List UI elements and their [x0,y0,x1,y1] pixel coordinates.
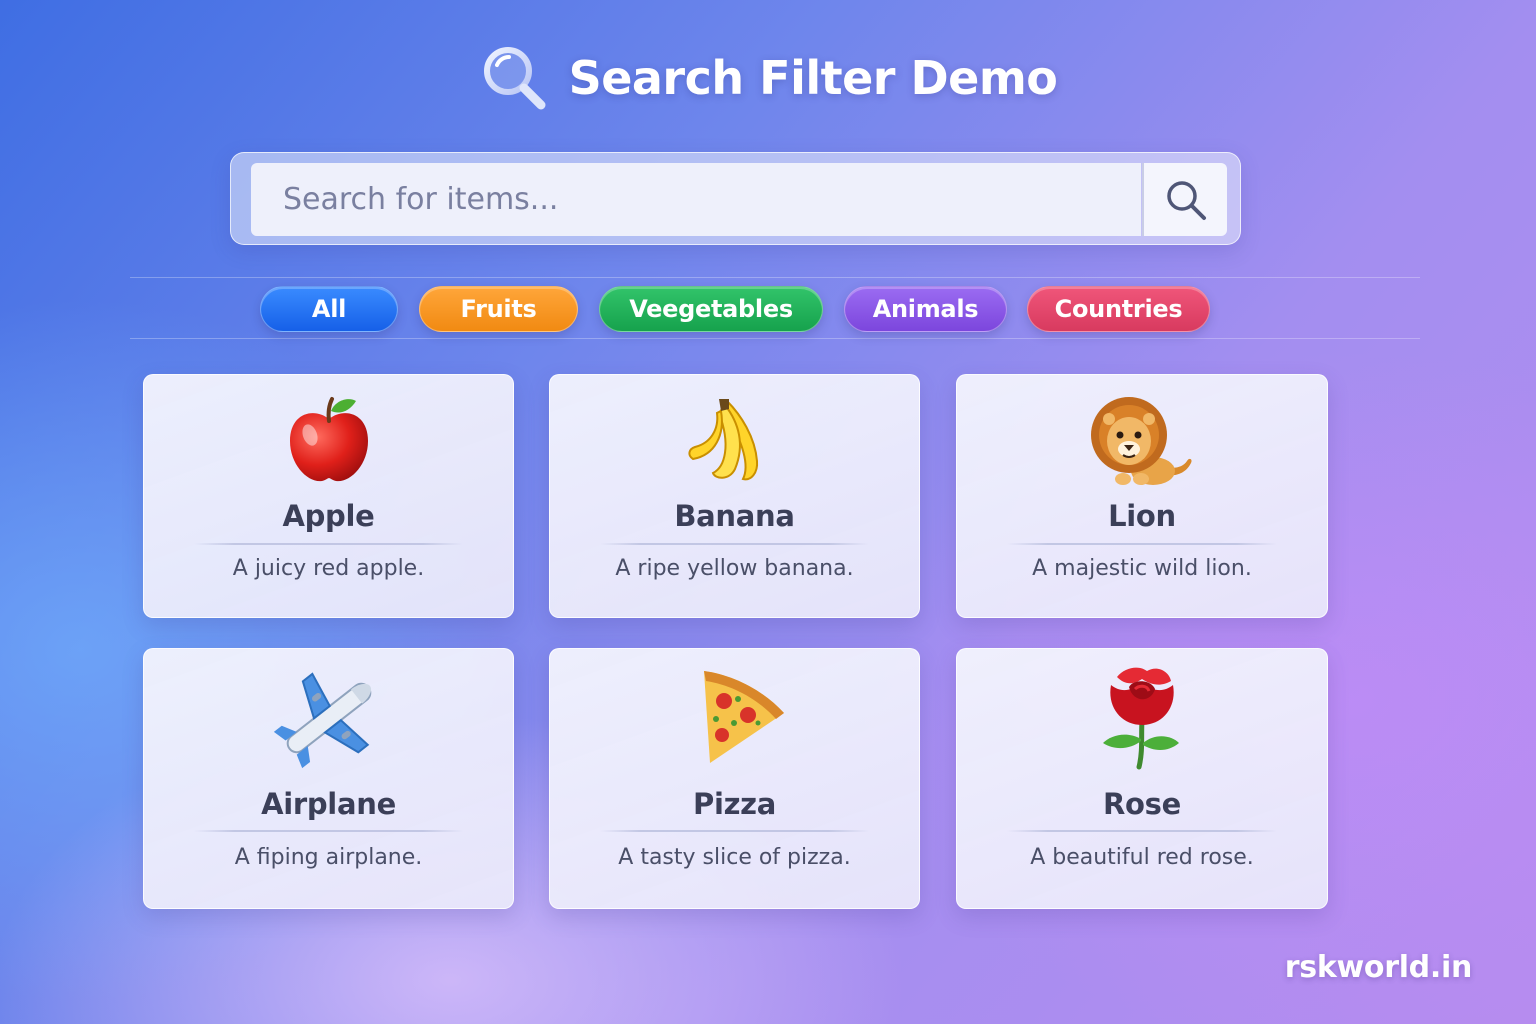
item-name: Lion [1108,499,1176,533]
filter-vegetables-button[interactable]: Veegetables [599,286,823,332]
banana-icon [550,393,919,485]
item-card-apple[interactable]: Apple A juicy red apple. [143,374,514,618]
item-description: A fiping airplane. [234,845,423,870]
search-bar [230,152,1241,245]
rose-icon [957,663,1327,773]
item-description: A beautiful red rose. [1030,845,1254,870]
item-name: Rose [1103,787,1181,821]
filter-animals-button[interactable]: Animals [844,286,1007,332]
item-name: Banana [674,499,795,533]
item-description: A ripe yellow banana. [615,556,854,581]
item-card-rose[interactable]: Rose A beautiful red rose. [956,648,1328,909]
item-card-banana[interactable]: Banana A ripe yellow banana. [549,374,920,618]
apple-icon [144,393,513,485]
divider [194,543,463,545]
brand-link[interactable]: rskworld.in [1285,950,1473,985]
page-header: Search Filter Demo [0,38,1536,118]
divider [1007,830,1277,832]
item-card-airplane[interactable]: Airplane A fiping airplane. [143,648,514,909]
item-name: Pizza [692,787,777,821]
search-input[interactable] [251,163,1141,236]
page-title: Search Filter Demo [568,51,1058,105]
search-button[interactable] [1142,163,1227,236]
item-card-pizza[interactable]: Pizza A tasty slice of pizza. [549,648,920,909]
divider [194,830,463,832]
airplane-icon [144,663,513,773]
item-name: Airplane [261,787,396,821]
magnifier-icon [483,47,546,110]
search-icon [1166,180,1206,220]
divider [1007,543,1277,545]
lion-icon [957,393,1327,485]
item-name: Apple [282,499,375,533]
filter-fruits-button[interactable]: Fruits [419,286,578,332]
item-description: A juicy red apple. [232,556,425,581]
divider [600,543,869,545]
divider [600,830,869,832]
pizza-icon [550,663,919,773]
item-card-lion[interactable]: Lion A majestic wild lion. [956,374,1328,618]
item-description: A tasty slice of pizza. [618,845,851,870]
filter-all-button[interactable]: All [260,286,398,332]
item-description: A majestic wild lion. [1032,556,1252,581]
filter-countries-button[interactable]: Countries [1027,286,1210,332]
